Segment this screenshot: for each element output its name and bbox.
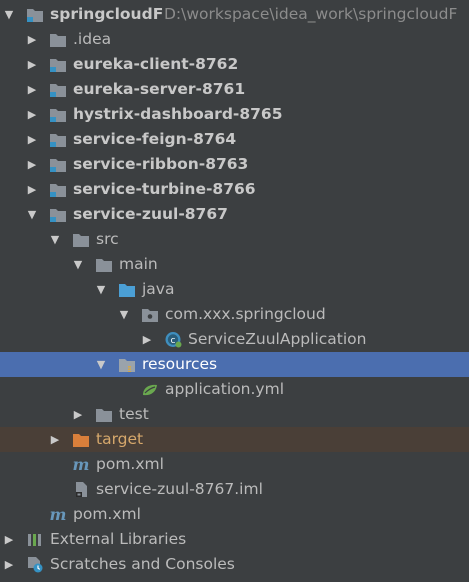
module-folder-icon	[50, 159, 66, 172]
tree-node-external-libraries[interactable]: ▶ External Libraries	[0, 527, 469, 552]
tree-node-label: java	[142, 280, 175, 298]
resources-folder-icon	[119, 359, 135, 372]
tree-node-label: service-ribbon-8763	[73, 155, 249, 173]
source-folder-icon	[119, 284, 135, 297]
tree-node-label: service-feign-8764	[73, 130, 237, 148]
expand-arrow-icon[interactable]: ▼	[48, 227, 62, 252]
iml-file-icon	[76, 482, 87, 497]
spring-boot-class-icon: c	[165, 332, 182, 348]
tree-node-eureka-client[interactable]: ▶ eureka-client-8762	[0, 52, 469, 77]
collapse-arrow-icon[interactable]: ▶	[25, 127, 39, 152]
package-icon	[142, 309, 158, 322]
module-folder-icon	[50, 59, 66, 72]
expand-arrow-icon[interactable]: ▼	[94, 277, 108, 302]
maven-icon: m	[49, 505, 67, 524]
library-icon	[28, 534, 41, 546]
tree-node-label: eureka-client-8762	[73, 55, 239, 73]
module-folder-icon	[50, 84, 66, 97]
folder-icon	[50, 34, 66, 47]
tree-node-root[interactable]: ▼ springcloudF D:\workspace\idea_work\sp…	[0, 2, 469, 27]
tree-node-idea[interactable]: ▶ .idea	[0, 27, 469, 52]
module-folder-icon	[50, 134, 66, 147]
tree-node-eureka-server[interactable]: ▶ eureka-server-8761	[0, 77, 469, 102]
tree-node-iml[interactable]: service-zuul-8767.iml	[0, 477, 469, 502]
module-folder-icon	[50, 209, 66, 222]
tree-node-package[interactable]: ▼ com.xxx.springcloud	[0, 302, 469, 327]
expand-arrow-icon[interactable]: ▼	[2, 2, 16, 27]
tree-node-label: com.xxx.springcloud	[165, 305, 326, 323]
module-folder-icon	[50, 109, 66, 122]
tree-node-label: Scratches and Consoles	[50, 555, 235, 573]
tree-node-label: hystrix-dashboard-8765	[73, 105, 283, 123]
excluded-folder-icon	[73, 434, 89, 447]
tree-node-label: External Libraries	[50, 530, 187, 548]
maven-icon: m	[72, 455, 90, 474]
tree-node-label: test	[119, 405, 149, 423]
svg-text:c: c	[171, 336, 176, 346]
collapse-arrow-icon[interactable]: ▶	[2, 552, 16, 577]
collapse-arrow-icon[interactable]: ▶	[140, 327, 154, 352]
tree-node-label: service-zuul-8767.iml	[96, 480, 263, 498]
tree-node-label: service-turbine-8766	[73, 180, 256, 198]
tree-node-test[interactable]: ▶ test	[0, 402, 469, 427]
tree-node-service-turbine[interactable]: ▶ service-turbine-8766	[0, 177, 469, 202]
tree-node-label: main	[119, 255, 158, 273]
tree-node-hystrix-dashboard[interactable]: ▶ hystrix-dashboard-8765	[0, 102, 469, 127]
tree-node-label: resources	[142, 355, 218, 373]
expand-arrow-icon[interactable]: ▼	[117, 302, 131, 327]
expand-arrow-icon[interactable]: ▼	[71, 252, 85, 277]
folder-icon	[96, 409, 112, 422]
collapse-arrow-icon[interactable]: ▶	[2, 527, 16, 552]
expand-arrow-icon[interactable]: ▼	[94, 352, 108, 377]
collapse-arrow-icon[interactable]: ▶	[25, 177, 39, 202]
tree-node-label: .idea	[73, 30, 112, 48]
scratches-icon	[28, 557, 43, 573]
tree-node-app-class[interactable]: ▶ c ServiceZuulApplication	[0, 327, 469, 352]
tree-node-scratches[interactable]: ▶ Scratches and Consoles	[0, 552, 469, 577]
tree-node-root-pom[interactable]: m pom.xml	[0, 502, 469, 527]
root-path: D:\workspace\idea_work\springcloudF	[164, 5, 458, 23]
tree-node-service-feign[interactable]: ▶ service-feign-8764	[0, 127, 469, 152]
project-tree: ▼ springcloudF D:\workspace\idea_work\sp…	[0, 0, 469, 582]
tree-node-java[interactable]: ▼ java	[0, 277, 469, 302]
tree-node-application-yml[interactable]: application.yml	[0, 377, 469, 402]
folder-icon	[96, 259, 112, 272]
tree-node-label: ServiceZuulApplication	[188, 330, 367, 348]
tree-node-service-ribbon[interactable]: ▶ service-ribbon-8763	[0, 152, 469, 177]
tree-node-label: src	[96, 230, 119, 248]
collapse-arrow-icon[interactable]: ▶	[71, 402, 85, 427]
tree-node-main[interactable]: ▼ main	[0, 252, 469, 277]
collapse-arrow-icon[interactable]: ▶	[25, 27, 39, 52]
folder-icon	[73, 234, 89, 247]
tree-node-label: target	[96, 430, 144, 448]
collapse-arrow-icon[interactable]: ▶	[48, 427, 62, 452]
tree-node-service-zuul[interactable]: ▼ service-zuul-8767	[0, 202, 469, 227]
tree-node-resources[interactable]: ▼ resources	[0, 352, 469, 377]
tree-node-label: eureka-server-8761	[73, 80, 246, 98]
root-label: springcloudF	[50, 5, 164, 23]
collapse-arrow-icon[interactable]: ▶	[25, 102, 39, 127]
expand-arrow-icon[interactable]: ▼	[25, 202, 39, 227]
tree-node-label: pom.xml	[73, 505, 141, 523]
module-folder-icon	[27, 9, 43, 22]
module-folder-icon	[50, 184, 66, 197]
collapse-arrow-icon[interactable]: ▶	[25, 77, 39, 102]
collapse-arrow-icon[interactable]: ▶	[25, 52, 39, 77]
tree-node-label: service-zuul-8767	[73, 205, 228, 223]
tree-node-label: pom.xml	[96, 455, 164, 473]
tree-node-src[interactable]: ▼ src	[0, 227, 469, 252]
tree-node-module-pom[interactable]: m pom.xml	[0, 452, 469, 477]
tree-node-label: application.yml	[165, 380, 285, 398]
spring-config-file-icon	[143, 384, 157, 396]
tree-node-target[interactable]: ▶ target	[0, 427, 469, 452]
collapse-arrow-icon[interactable]: ▶	[25, 152, 39, 177]
